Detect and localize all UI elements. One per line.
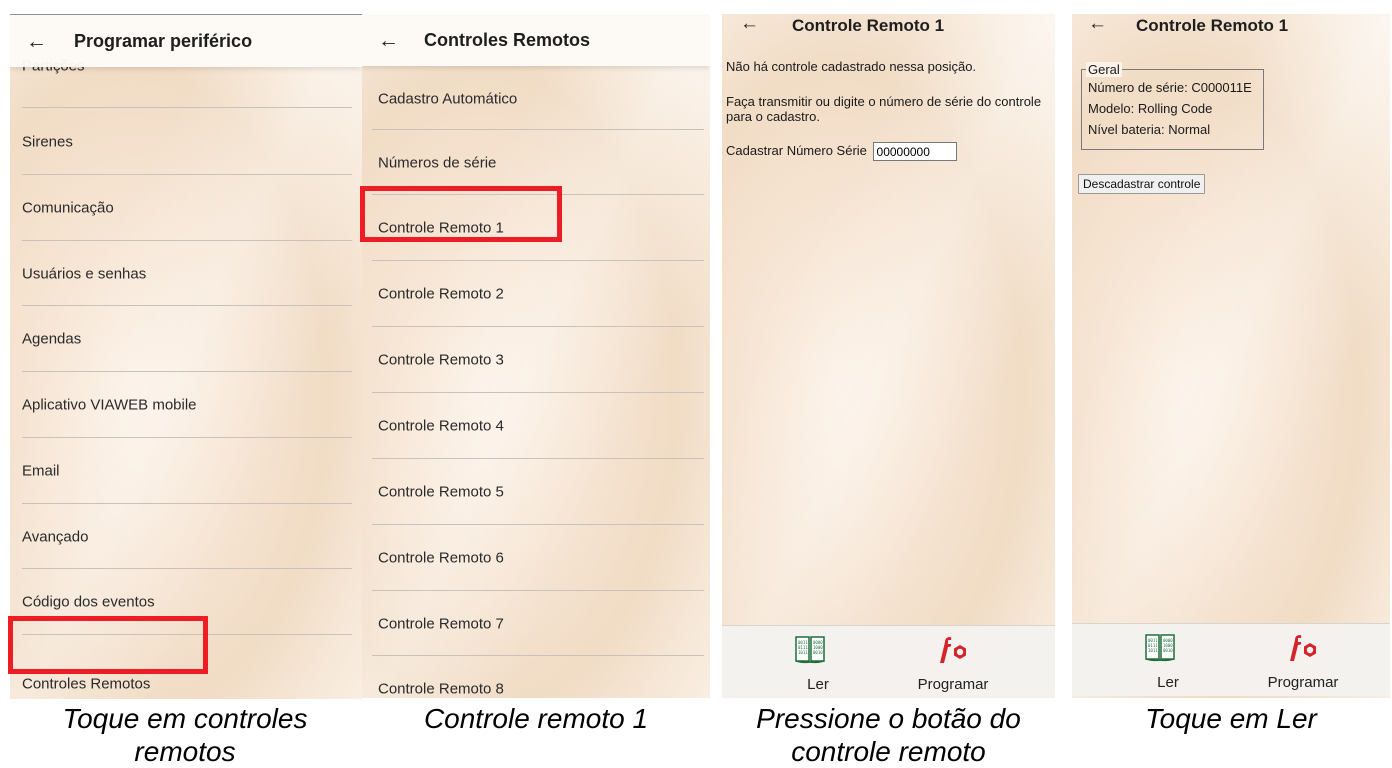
svg-text:0010: 0010 — [813, 650, 823, 655]
battery-level-text: Nível bateria: Normal — [1088, 122, 1211, 137]
list-item-controle-remoto-4[interactable]: Controle Remoto 4 — [362, 393, 710, 458]
list-item-controle-remoto-6[interactable]: Controle Remoto 6 — [362, 525, 710, 590]
list-item-controle-remoto-3[interactable]: Controle Remoto 3 — [362, 327, 710, 392]
program-button[interactable]: Programar — [908, 626, 998, 698]
page-title: Controles Remotos — [424, 29, 591, 50]
caption-step-1: Toque em controles remotos — [62, 703, 308, 767]
bottom-action-bar: 0011 0111 1011 0000 1000 0010 Ler Progra… — [1072, 623, 1390, 696]
list-item-controle-remoto-8[interactable]: Controle Remoto 8 — [362, 656, 710, 698]
menu-item-label: Aplicativo VIAWEB mobile — [22, 396, 197, 413]
menu-item-avancado[interactable]: Avançado — [10, 504, 362, 569]
svg-text:1011: 1011 — [798, 650, 808, 655]
app-bar: ← Controle Remoto 1 — [722, 14, 1055, 42]
app-bar: ← Controle Remoto 1 — [1072, 14, 1390, 42]
read-button[interactable]: 0011 0111 1011 0000 1000 0010 Ler — [780, 626, 856, 698]
list-item-label: Controle Remoto 5 — [378, 483, 504, 500]
list-item-label: Controle Remoto 8 — [378, 680, 504, 697]
app-bar: ← Controles Remotos — [362, 14, 710, 66]
binary-book-icon: 0011 0111 1011 0000 1000 0010 — [1145, 634, 1175, 662]
instruction-message: Faça transmitir ou digite o número de sé… — [726, 94, 1042, 124]
program-button[interactable]: Programar — [1258, 624, 1348, 696]
wrench-nut-icon — [940, 637, 966, 663]
wrench-nut-icon — [1290, 635, 1316, 661]
list-item-controle-remoto-2[interactable]: Controle Remoto 2 — [362, 261, 710, 326]
caption-step-4: Toque em Ler — [1145, 703, 1317, 734]
list-item-numeros-serie[interactable]: Números de série — [362, 130, 710, 195]
back-arrow-icon[interactable]: ← — [740, 14, 766, 33]
caption-step-2: Controle remoto 1 — [423, 703, 649, 734]
app-bar: ← Programar periférico — [10, 15, 362, 67]
svg-text:1011: 1011 — [1148, 648, 1158, 653]
page-title: Controle Remoto 1 — [1136, 16, 1289, 35]
screen-controle-remoto-1-cadastro: ← Controle Remoto 1 Não há controle cada… — [722, 14, 1055, 698]
menu-item-usuarios-senhas[interactable]: Usuários e senhas — [10, 241, 362, 306]
menu-item-sirenes[interactable]: Sirenes — [10, 109, 362, 174]
menu-item-label: Controles Remotos — [22, 675, 151, 693]
menu-item-label: Agendas — [22, 330, 82, 347]
menu-item-comunicacao[interactable]: Comunicação — [10, 175, 362, 240]
list-item-controle-remoto-7[interactable]: Controle Remoto 7 — [362, 591, 710, 656]
divider — [22, 107, 352, 108]
menu-item-label: Sirenes — [22, 133, 73, 150]
info-message: Não há controle cadastrado nessa posição… — [726, 59, 977, 74]
menu-item-label: Usuários e senhas — [22, 265, 147, 282]
serial-register-row: Cadastrar Número Série — [726, 142, 1049, 161]
read-label: Ler — [807, 676, 829, 693]
list-item-cadastro-automatico[interactable]: Cadastro Automático — [362, 66, 710, 131]
bottom-action-bar: 0011 0111 1011 0000 1000 0010 Ler Progra… — [722, 625, 1055, 698]
page-title: Controle Remoto 1 — [792, 16, 945, 35]
serial-number-input[interactable] — [872, 142, 957, 161]
general-info-group: Geral Número de série: C000011E Modelo: … — [1081, 62, 1264, 150]
serial-number-text: Número de série: C000011E — [1088, 80, 1252, 95]
caption-step-3: Pressione o botão do controle remoto — [756, 703, 1021, 767]
program-label: Programar — [1267, 674, 1339, 691]
screen-controles-remotos: ← Controles Remotos Cadastro Automático … — [362, 14, 710, 698]
screen-programar-periferico: ← Programar periférico Partições Sirenes… — [10, 14, 362, 699]
page-title: Programar periférico — [74, 30, 253, 51]
menu-item-agendas[interactable]: Agendas — [10, 306, 362, 371]
list-item-label: Controle Remoto 3 — [378, 351, 504, 368]
model-text: Modelo: Rolling Code — [1088, 101, 1213, 116]
menu-item-label: Email — [22, 462, 60, 479]
serial-register-label: Cadastrar Número Série — [726, 142, 867, 158]
list-item-controle-remoto-5[interactable]: Controle Remoto 5 — [362, 459, 710, 524]
menu-item-email[interactable]: Email — [10, 438, 362, 503]
list-item-label: Controle Remoto 1 — [378, 219, 504, 236]
menu-item-aplicativo-viaweb[interactable]: Aplicativo VIAWEB mobile — [10, 372, 362, 437]
list-item-label: Controle Remoto 4 — [378, 417, 504, 434]
read-label: Ler — [1157, 674, 1179, 691]
back-arrow-icon[interactable]: ← — [378, 30, 404, 51]
list-item-label: Cadastro Automático — [378, 90, 518, 107]
menu-item-codigo-eventos[interactable]: Código dos eventos — [10, 569, 362, 634]
menu-item-controles-remotos[interactable]: Controles Remotos — [10, 635, 362, 699]
menu-item-label: Código dos eventos — [22, 593, 155, 610]
read-button[interactable]: 0011 0111 1011 0000 1000 0010 Ler — [1130, 624, 1206, 696]
screen-controle-remoto-1-detalhes: ← Controle Remoto 1 Geral Número de séri… — [1072, 14, 1390, 698]
list-item-label: Números de série — [378, 154, 497, 171]
menu-item-label: Comunicação — [22, 199, 114, 216]
remote-list: Cadastro Automático Números de série Con… — [362, 14, 710, 698]
group-legend: Geral — [1086, 62, 1122, 77]
back-arrow-icon[interactable]: ← — [26, 31, 52, 52]
list-item-label: Controle Remoto 7 — [378, 615, 504, 632]
list-item-label: Controle Remoto 2 — [378, 285, 504, 302]
list-item-controle-remoto-1[interactable]: Controle Remoto 1 — [362, 195, 710, 260]
svg-text:0010: 0010 — [1163, 648, 1173, 653]
program-label: Programar — [917, 676, 989, 693]
back-arrow-icon[interactable]: ← — [1088, 14, 1114, 33]
list-item-label: Controle Remoto 6 — [378, 549, 504, 566]
menu-item-label: Avançado — [22, 528, 89, 545]
binary-book-icon: 0011 0111 1011 0000 1000 0010 — [795, 636, 825, 664]
unregister-remote-button[interactable]: Descadastrar controle — [1078, 174, 1206, 194]
menu-list: Partições Sirenes Comunicação Usuários e… — [10, 15, 362, 699]
